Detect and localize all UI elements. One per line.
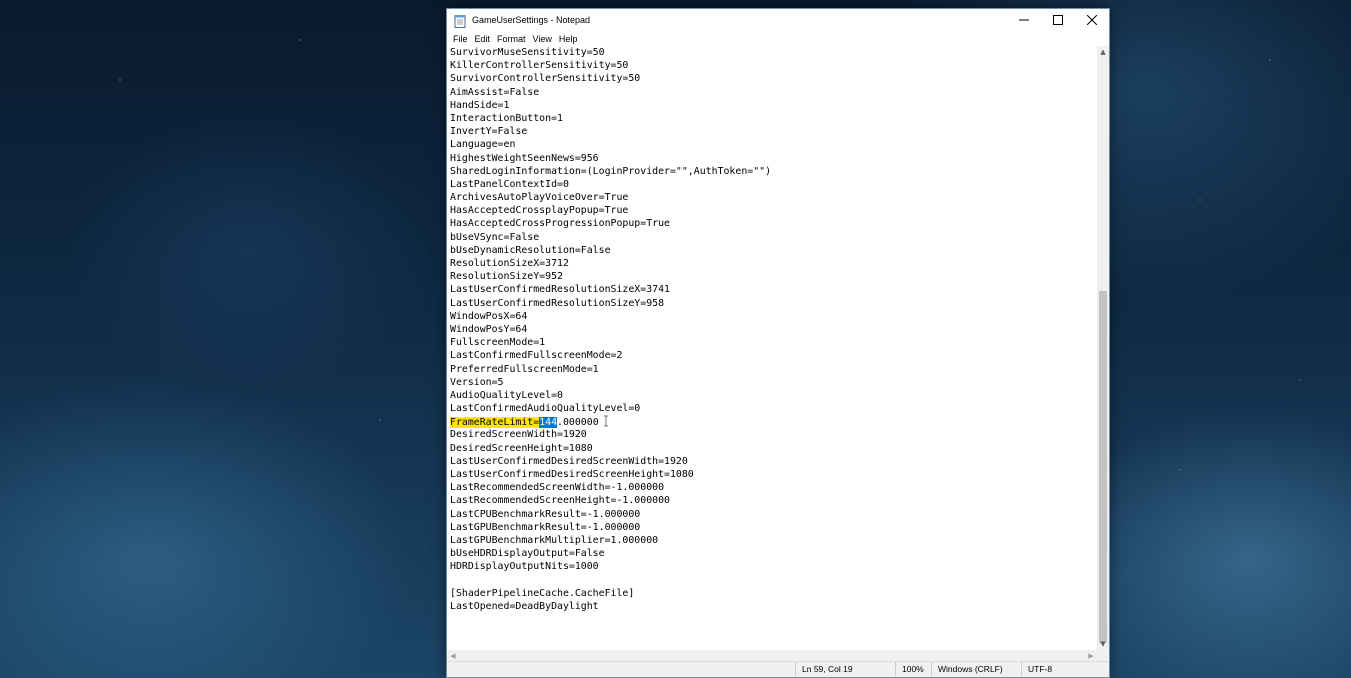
text-line: HandSide=1 (450, 99, 510, 111)
selected-text[interactable]: 144 (539, 417, 558, 429)
text-line: HDRDisplayOutputNits=1000 (450, 561, 599, 573)
text-line: LastGPUBenchmarkResult=-1.000000 (450, 521, 641, 533)
notepad-icon (454, 13, 466, 28)
text-line: bUseVSync=False (450, 231, 540, 243)
text-line: HighestWeightSeenNews=956 (450, 152, 599, 164)
text-line: InteractionButton=1 (450, 112, 563, 124)
text-line: DesiredScreenHeight=1080 (450, 442, 593, 454)
highlighted-text-line: FrameRateLimit=144.000000 (447, 415, 1097, 429)
text-line: HasAcceptedCrossProgressionPopup=True (450, 218, 670, 230)
minimize-icon (1019, 19, 1029, 21)
text-line: LastRecommendedScreenHeight=-1.000000 (450, 495, 670, 507)
text-line: WindowPosX=64 (450, 310, 528, 322)
text-line: ResolutionSizeX=3712 (450, 258, 569, 269)
notepad-window[interactable]: GameUserSettings - Notepad File Edit For… (446, 8, 1110, 678)
vertical-scroll-thumb[interactable] (1099, 291, 1107, 643)
text-line: PreferredFullscreenMode=1 (450, 363, 599, 375)
text-line: [ShaderPipelineCache.CacheFile] (450, 587, 635, 599)
menu-help[interactable]: Help (557, 34, 583, 44)
text-editor[interactable]: SurvivorMuseSensitivity=50 KillerControll… (447, 46, 1097, 650)
status-position: Ln 59, Col 19 (795, 662, 853, 677)
text-line: LastConfirmedAudioQualityLevel=0 (450, 403, 641, 415)
text-line: AimAssist=False (450, 86, 540, 98)
menu-bar: File Edit Format View Help (447, 31, 1109, 46)
text-line: bUseDynamicResolution=False (450, 244, 611, 256)
text-line: HasAcceptedCrossplayPopup=True (450, 205, 629, 217)
text-line: LastUserConfirmedDesiredScreenWidth=1920 (450, 455, 688, 467)
text-line: LastRecommendedScreenWidth=-1.000000 (450, 482, 665, 494)
text-line: bUseHDRDisplayOutput=False (450, 548, 605, 560)
text-line: ArchivesAutoPlayVoiceOver=True (450, 192, 629, 204)
line-remainder: .000000 (557, 417, 599, 429)
scroll-down-arrow-icon[interactable]: ▼ (1097, 638, 1109, 650)
scroll-up-arrow-icon[interactable]: ▲ (1097, 46, 1109, 58)
text-cursor-icon (603, 415, 609, 427)
text-line: InvertY=False (450, 126, 528, 138)
vertical-scrollbar[interactable]: ▲ ▼ (1097, 46, 1109, 650)
text-line: LastOpened=DeadByDaylight (450, 600, 599, 612)
maximize-icon (1053, 15, 1063, 25)
menu-format[interactable]: Format (495, 34, 531, 44)
menu-edit[interactable]: Edit (473, 34, 496, 44)
text-line: LastUserConfirmedResolutionSizeX=3741 (450, 284, 670, 296)
text-line: LastUserConfirmedResolutionSizeY=958 (450, 297, 665, 309)
text-line: AudioQualityLevel=0 (450, 389, 563, 401)
status-bar: Ln 59, Col 19 100% Windows (CRLF) UTF-8 (447, 661, 1109, 677)
menu-view[interactable]: View (531, 34, 557, 44)
text-line: SharedLoginInformation=(LoginProvider=""… (450, 165, 772, 177)
text-line: SurvivorControllerSensitivity=50 (450, 73, 641, 85)
status-zoom: 100% (895, 662, 924, 677)
window-controls (1007, 9, 1109, 31)
text-line: LastUserConfirmedDesiredScreenHeight=108… (450, 469, 694, 480)
text-line: Version=5 (450, 376, 504, 388)
title-bar[interactable]: GameUserSettings - Notepad (447, 9, 1109, 31)
close-button[interactable] (1075, 9, 1109, 31)
text-line: LastPanelContextId=0 (450, 178, 569, 190)
minimize-button[interactable] (1007, 9, 1041, 31)
close-icon (1087, 15, 1097, 25)
text-line: FullscreenMode=1 (450, 337, 546, 349)
text-line: LastCPUBenchmarkResult=-1.000000 (450, 508, 641, 520)
window-title: GameUserSettings - Notepad (472, 15, 591, 25)
status-line-endings: Windows (CRLF) (931, 662, 1003, 677)
highlighted-key: FrameRateLimit (450, 417, 534, 429)
text-line: LastGPUBenchmarkMultiplier=1.000000 (450, 534, 659, 546)
status-encoding: UTF-8 (1021, 662, 1052, 677)
text-line: WindowPosY=64 (450, 323, 528, 335)
text-line (447, 574, 1097, 587)
text-line: KillerControllerSensitivity=50 (450, 60, 629, 72)
text-line: LastConfirmedFullscreenMode=2 (450, 350, 623, 362)
text-line: DesiredScreenWidth=1920 (450, 429, 587, 441)
menu-file[interactable]: File (451, 34, 473, 44)
text-line: Language=en (450, 139, 516, 151)
text-line: ResolutionSizeY=952 (450, 271, 563, 283)
maximize-button[interactable] (1041, 9, 1075, 31)
text-line: SurvivorMuseSensitivity=50 (450, 47, 605, 58)
